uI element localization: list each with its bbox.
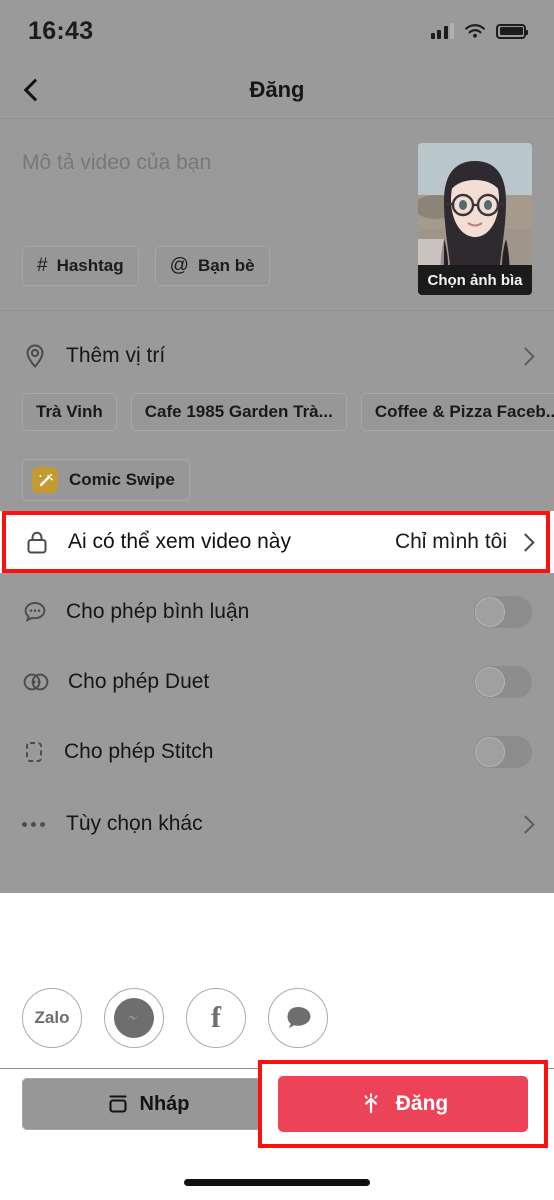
post-button[interactable]: Đăng [278, 1076, 528, 1132]
status-icons [430, 23, 528, 40]
nav-bar: Đăng [0, 62, 554, 118]
location-pin-icon [22, 343, 48, 369]
ellipsis-icon [22, 821, 48, 827]
status-time: 16:43 [28, 16, 94, 45]
drafts-tray-icon [107, 1093, 129, 1115]
cover-label: Chọn ảnh bìa [418, 265, 532, 295]
hashtag-button[interactable]: # Hashtag [22, 246, 139, 286]
stitch-frame-icon [22, 739, 46, 765]
allow-stitch-label: Cho phép Stitch [64, 740, 214, 763]
share-zalo-button[interactable]: Zalo [22, 988, 82, 1048]
add-location-row[interactable]: Thêm vị trí [0, 333, 554, 379]
toggle-knob [475, 597, 505, 627]
battery-full-icon [496, 23, 528, 39]
toggle-knob [475, 667, 505, 697]
effect-chip[interactable]: Comic Swipe [22, 459, 190, 501]
more-options-label: Tùy chọn khác [66, 812, 203, 835]
share-targets: Zalo f [22, 988, 328, 1048]
location-section: Thêm vị trí Trà Vinh Cafe 1985 Garden Tr… [0, 311, 554, 511]
magic-wand-icon [32, 467, 58, 493]
more-options-row[interactable]: Tùy chọn khác [0, 801, 554, 847]
share-messenger-button[interactable] [104, 988, 164, 1048]
page-title: Đăng [249, 77, 305, 102]
cover-thumbnail[interactable]: Chọn ảnh bìa [418, 143, 532, 295]
hashtag-label: Hashtag [56, 256, 124, 275]
post-label: Đăng [395, 1092, 449, 1115]
location-chip[interactable]: Coffee & Pizza Faceb... [360, 393, 554, 431]
allow-comments-toggle[interactable] [474, 596, 532, 628]
allow-stitch-row[interactable]: Cho phép Stitch [0, 729, 554, 775]
hashtag-icon: # [37, 255, 48, 276]
save-draft-label: Nháp [139, 1092, 190, 1115]
chevron-right-icon [516, 346, 535, 366]
status-bar: 16:43 [0, 0, 554, 62]
facebook-icon: f [211, 1001, 221, 1034]
post-screen: 16:43 Đăng Mô tả video của bạn # Hashtag… [0, 0, 554, 1200]
privacy-label: Ai có thể xem video này [68, 530, 291, 553]
messenger-icon [114, 998, 154, 1038]
allow-comments-row[interactable]: Cho phép bình luận [0, 589, 554, 635]
allow-comments-label: Cho phép bình luận [66, 600, 250, 623]
caption-chip-row: # Hashtag @ Bạn bè [22, 246, 270, 286]
privacy-value: Chỉ mình tôi [394, 530, 507, 553]
wifi-icon [464, 23, 486, 40]
toggle-knob [475, 737, 505, 767]
add-location-label: Thêm vị trí [66, 344, 166, 367]
zalo-icon: Zalo [34, 1008, 70, 1027]
caption-section: Mô tả video của bạn # Hashtag @ Bạn bè C… [0, 119, 554, 310]
location-chip[interactable]: Trà Vinh [22, 393, 117, 431]
allow-duet-label: Cho phép Duet [68, 670, 210, 693]
duet-circles-icon [22, 670, 50, 694]
allow-duet-row[interactable]: Cho phép Duet [0, 659, 554, 705]
post-button-highlight: Đăng [258, 1060, 548, 1148]
allow-stitch-toggle[interactable] [474, 736, 532, 768]
signal-bars-icon [430, 23, 454, 39]
save-draft-button[interactable]: Nháp [22, 1078, 274, 1130]
chat-bubble-icon [281, 1003, 315, 1033]
privacy-row-highlight: Ai có thể xem video này Chỉ mình tôi [2, 511, 550, 573]
chevron-right-icon [516, 814, 535, 834]
share-facebook-button[interactable]: f [186, 988, 246, 1048]
cover-scrubber-handle[interactable] [418, 239, 444, 265]
location-chip[interactable]: Cafe 1985 Garden Trà... [130, 393, 347, 431]
location-suggestions: Trà Vinh Cafe 1985 Garden Trà... Coffee … [22, 393, 554, 431]
chevron-left-icon [23, 78, 47, 102]
lock-icon [24, 529, 50, 556]
mention-label: Bạn bè [197, 256, 255, 275]
post-arrow-icon [358, 1091, 384, 1117]
settings-section: Cho phép bình luận Cho phép Duet Cho phé… [0, 573, 554, 893]
comment-bubble-icon [22, 599, 48, 625]
share-message-button[interactable] [268, 988, 328, 1048]
effect-label: Comic Swipe [69, 470, 175, 489]
chevron-right-icon [516, 532, 535, 552]
mention-button[interactable]: @ Bạn bè [154, 246, 270, 286]
at-icon: @ [169, 255, 189, 276]
caption-input[interactable]: Mô tả video của bạn [22, 151, 211, 175]
privacy-row[interactable]: Ai có thể xem video này Chỉ mình tôi [6, 515, 546, 569]
back-button[interactable] [18, 73, 52, 107]
home-indicator [184, 1179, 370, 1186]
allow-duet-toggle[interactable] [474, 666, 532, 698]
